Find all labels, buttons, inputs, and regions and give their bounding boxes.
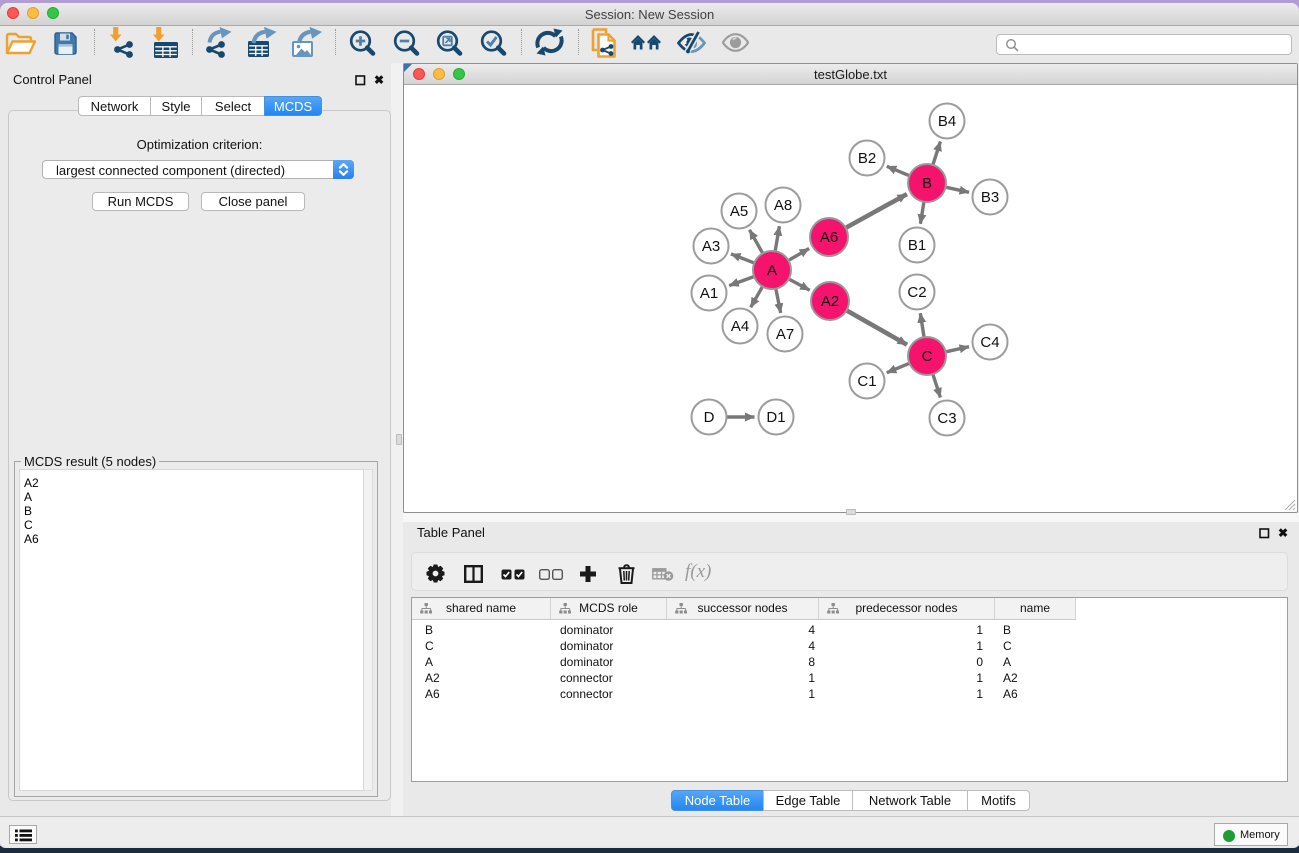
svg-text:C3: C3 — [937, 410, 956, 427]
svg-text:A1: A1 — [700, 285, 718, 302]
svg-text:B3: B3 — [981, 189, 999, 206]
svg-text:C4: C4 — [980, 334, 999, 351]
svg-text:B1: B1 — [908, 237, 926, 254]
svg-text:A8: A8 — [774, 197, 792, 214]
svg-text:A5: A5 — [730, 203, 748, 220]
svg-text:D1: D1 — [766, 409, 785, 426]
svg-text:A6: A6 — [820, 229, 838, 246]
svg-text:B: B — [922, 175, 932, 192]
svg-text:A2: A2 — [821, 293, 839, 310]
svg-text:A4: A4 — [731, 318, 749, 335]
svg-text:C1: C1 — [857, 373, 876, 390]
svg-text:A: A — [767, 262, 777, 279]
svg-text:C2: C2 — [907, 284, 926, 301]
svg-text:A7: A7 — [776, 326, 794, 343]
svg-text:C: C — [922, 348, 933, 365]
svg-text:B2: B2 — [858, 150, 876, 167]
svg-text:A3: A3 — [702, 238, 720, 255]
svg-text:B4: B4 — [938, 113, 956, 130]
svg-text:D: D — [704, 409, 715, 426]
